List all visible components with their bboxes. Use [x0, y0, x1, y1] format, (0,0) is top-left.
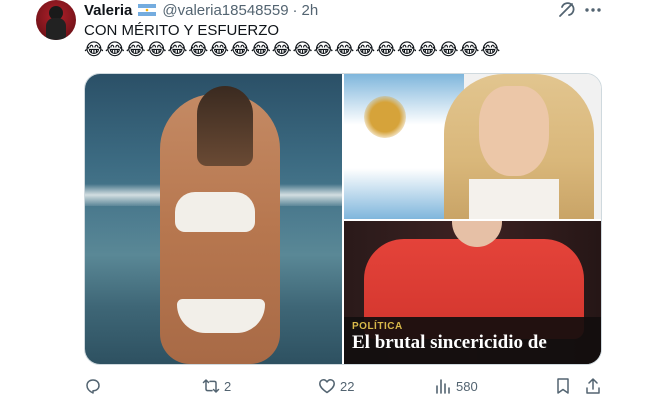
- news-headline: El brutal sincericidio de: [352, 332, 547, 353]
- tweet-text: CON MÉRITO Y ESFUERZO: [84, 22, 280, 39]
- views-count: 580: [456, 378, 478, 394]
- separator-dot: ·: [292, 1, 298, 19]
- argentina-flag-icon: [138, 4, 157, 16]
- image-face: [479, 86, 549, 176]
- bookmark-icon: [557, 378, 569, 394]
- heart-icon: [319, 379, 335, 394]
- bookmark-button[interactable]: [554, 377, 572, 395]
- image-hair: [197, 86, 253, 166]
- author-name[interactable]: Valeria: [84, 2, 132, 19]
- views-icon: [436, 379, 450, 394]
- grok-icon[interactable]: [556, 0, 576, 20]
- sun-of-may-icon: [364, 96, 406, 138]
- avatar[interactable]: [36, 0, 76, 40]
- tweet-emojis: 😂😂😂😂😂😂😂😂😂😂😂😂😂😂😂😂😂😂😂😂: [84, 40, 502, 59]
- timestamp[interactable]: 2h: [302, 2, 319, 19]
- more-icon[interactable]: [583, 0, 603, 20]
- media-image-portrait[interactable]: [344, 74, 601, 219]
- like-button[interactable]: 22: [318, 377, 354, 395]
- tweet[interactable]: Valeria @valeria18548559 · 2h CON MÉRITO…: [0, 0, 650, 400]
- reply-icon: [86, 379, 100, 394]
- tweet-header: Valeria @valeria18548559 · 2h: [84, 0, 318, 20]
- media-grid[interactable]: POLÍTICA El brutal sincericidio de: [84, 73, 602, 365]
- media-image-news[interactable]: POLÍTICA El brutal sincericidio de: [344, 221, 601, 364]
- share-button[interactable]: [584, 377, 602, 395]
- action-bar: 2 22 580: [84, 377, 604, 397]
- image-shirt: [469, 179, 559, 219]
- views-button[interactable]: 580: [434, 377, 478, 395]
- author-handle[interactable]: @valeria18548559: [162, 2, 288, 19]
- retweet-icon: [202, 379, 220, 393]
- media-image-beach[interactable]: [85, 74, 342, 364]
- avatar-figure-body: [46, 18, 66, 40]
- image-swimwear-top: [175, 192, 255, 232]
- like-count: 22: [340, 378, 355, 394]
- news-caption: POLÍTICA El brutal sincericidio de: [344, 317, 601, 364]
- reply-button[interactable]: [84, 377, 102, 395]
- news-category: POLÍTICA: [352, 321, 403, 332]
- image-swimwear-bottom: [177, 299, 265, 333]
- retweet-count: 2: [224, 378, 232, 394]
- retweet-button[interactable]: 2: [202, 377, 231, 395]
- share-icon: [586, 378, 600, 394]
